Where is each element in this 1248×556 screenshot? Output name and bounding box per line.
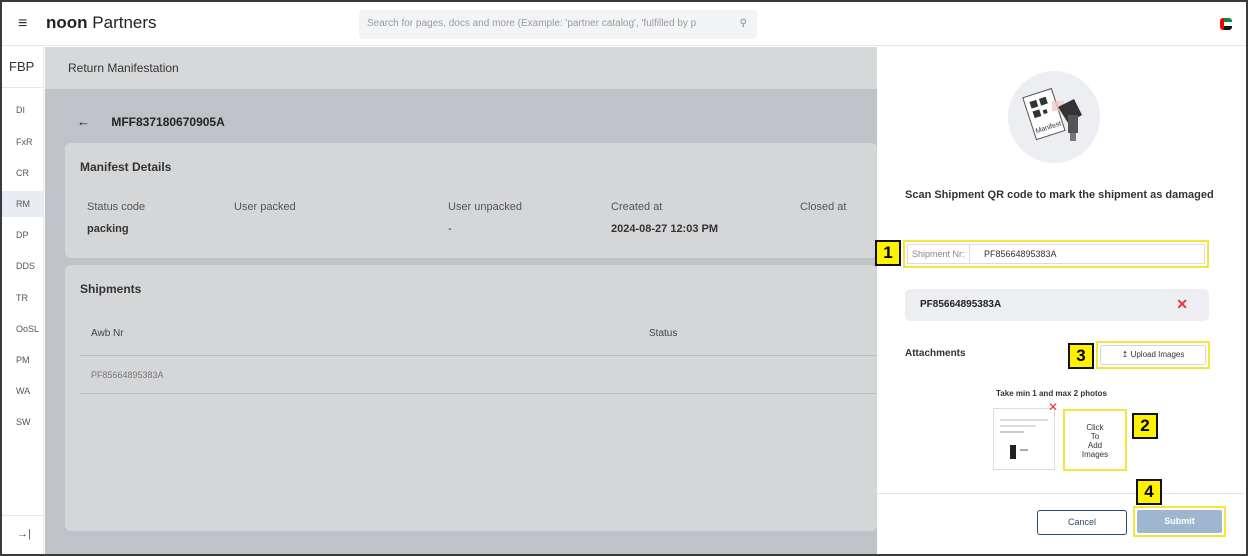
sidebar-item-rm[interactable]: RM: [2, 191, 43, 217]
label-closed-at: Closed at: [800, 201, 847, 213]
search-icon[interactable]: ⚲: [740, 18, 747, 29]
breadcrumb: Return Manifestation: [68, 61, 179, 75]
search-placeholder: Search for pages, docs and more (Example…: [367, 18, 697, 29]
column-header-awb: Awb Nr: [91, 328, 124, 339]
label-user-packed: User packed: [234, 201, 296, 213]
remove-shipment-icon[interactable]: ✕: [1176, 296, 1188, 313]
sidebar-item-sw[interactable]: SW: [2, 409, 43, 435]
panel-title: Scan Shipment QR code to mark the shipme…: [905, 189, 1214, 201]
collapse-sidebar-icon[interactable]: →|: [2, 515, 43, 554]
sidebar-header: FBP: [2, 47, 43, 88]
label-status-code: Status code: [87, 201, 146, 213]
sidebar-item-dds[interactable]: DDS: [2, 253, 43, 279]
manifest-details-title: Manifest Details: [80, 160, 172, 174]
upload-images-button[interactable]: ↥ Upload Images: [1100, 345, 1206, 365]
uae-flag-icon[interactable]: [1220, 18, 1232, 30]
breadcrumb-bar: Return Manifestation: [45, 47, 877, 89]
callout-badge-3: 3: [1068, 343, 1094, 369]
image-thumbnail[interactable]: [993, 408, 1055, 470]
thumbnail-preview-icon: [1000, 419, 1048, 459]
sidebar-item-cr[interactable]: CR: [2, 160, 43, 186]
callout-badge-2: 2: [1132, 413, 1158, 439]
sidebar-item-dp[interactable]: DP: [2, 222, 43, 248]
scanned-shipment-chip: PF85664895383A ✕: [905, 289, 1209, 321]
photo-hint: Take min 1 and max 2 photos: [996, 389, 1107, 398]
value-created-at: 2024-08-27 12:03 PM: [611, 223, 719, 235]
top-bar: ≡ noon Partners Search for pages, docs a…: [2, 2, 1246, 46]
table-row-awb: PF85664895383A: [91, 370, 164, 380]
label-user-unpacked: User unpacked: [448, 201, 522, 213]
page-title: MFF837180670905A: [111, 115, 225, 129]
table-divider: [80, 393, 877, 394]
shipments-title: Shipments: [80, 282, 142, 296]
shipment-number-label: Shipment Nr:: [908, 245, 970, 263]
hamburger-menu-icon[interactable]: ≡: [18, 15, 27, 33]
upload-images-label: Upload Images: [1130, 350, 1185, 359]
manifest-details-card: Manifest Details Status code User packed…: [65, 143, 877, 258]
shipments-card: Shipments Awb Nr Status PF85664895383A: [65, 265, 877, 531]
sidebar-item-wa[interactable]: WA: [2, 378, 43, 404]
sidebar: FBP DI FxR CR RM DP DDS TR OoSL PM WA SW…: [2, 47, 44, 554]
brand-logo[interactable]: noon Partners: [46, 13, 157, 33]
add-images-text-line: Click: [1086, 423, 1104, 432]
add-images-text-line: Add: [1087, 441, 1103, 450]
damage-scan-panel: Manifest Scan Shipment QR code to mark t…: [877, 47, 1244, 554]
remove-image-icon[interactable]: ✕: [1048, 400, 1058, 414]
value-user-unpacked: -: [448, 223, 452, 235]
sidebar-item-fxr[interactable]: FxR: [2, 129, 43, 155]
add-images-text-line: Images: [1081, 450, 1109, 459]
add-images-tile[interactable]: Click To Add Images: [1067, 413, 1123, 467]
cancel-button[interactable]: Cancel: [1037, 510, 1127, 535]
back-arrow-icon[interactable]: ←: [77, 114, 90, 129]
sidebar-item-pm[interactable]: PM: [2, 347, 43, 373]
footer-divider: [877, 493, 1244, 494]
shipment-number-input[interactable]: PF85664895383A: [984, 245, 1057, 263]
label-created-at: Created at: [611, 201, 663, 213]
main-content: Return Manifestation ← MFF837180670905A …: [45, 47, 877, 554]
sidebar-item-tr[interactable]: TR: [2, 285, 43, 311]
upload-icon: ↥: [1121, 350, 1129, 359]
qr-scan-illustration: Manifest: [1008, 71, 1100, 163]
value-status-code: packing: [87, 223, 129, 235]
qr-scanner-icon: Manifest: [1022, 87, 1082, 141]
callout-badge-4: 4: [1136, 479, 1162, 505]
table-divider: [80, 355, 877, 356]
callout-badge-1: 1: [875, 240, 901, 266]
scanned-shipment-id: PF85664895383A: [920, 299, 1002, 310]
search-input[interactable]: Search for pages, docs and more (Example…: [359, 10, 757, 39]
add-images-text-line: To: [1090, 432, 1100, 441]
page-header: ← MFF837180670905A: [77, 114, 225, 129]
attachments-label: Attachments: [905, 348, 966, 359]
shipment-number-field[interactable]: Shipment Nr: PF85664895383A: [907, 244, 1205, 264]
sidebar-item-di[interactable]: DI: [2, 97, 43, 123]
submit-button[interactable]: Submit: [1137, 510, 1222, 533]
sidebar-item-oosl[interactable]: OoSL: [2, 316, 43, 342]
column-header-status: Status: [649, 328, 678, 339]
